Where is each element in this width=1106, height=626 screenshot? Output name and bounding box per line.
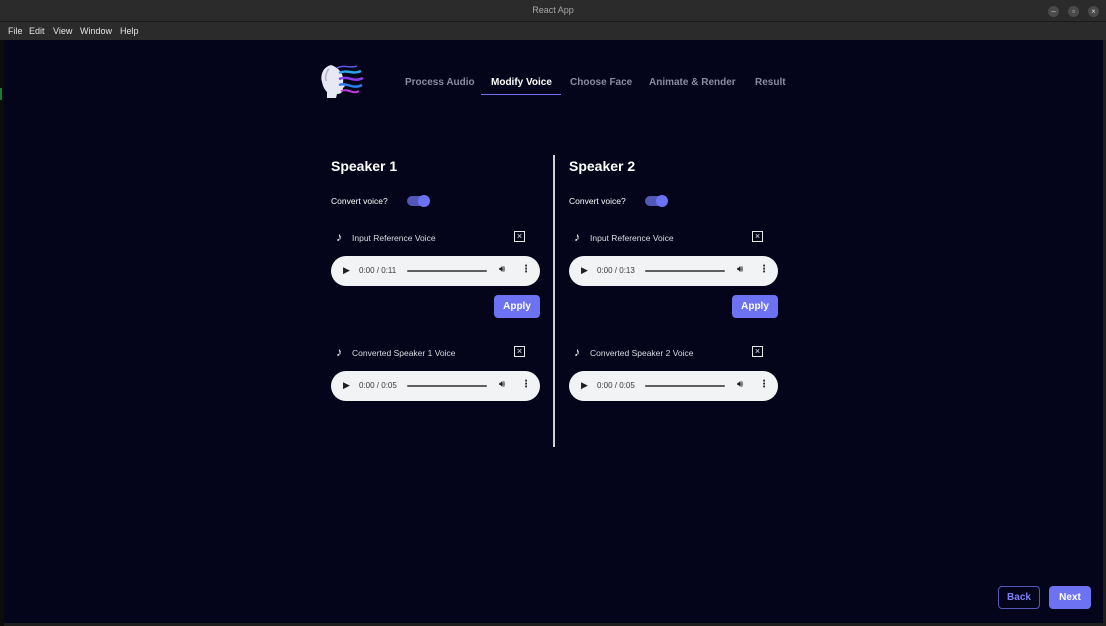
- edge-marker: [0, 88, 2, 100]
- play-icon[interactable]: ▶: [581, 265, 588, 276]
- speaker-1-title: Speaker 1: [331, 158, 398, 174]
- menu-edit[interactable]: Edit: [29, 26, 45, 36]
- player-seek-bar[interactable]: [645, 270, 725, 272]
- speaker-1-convert-toggle[interactable]: [407, 195, 430, 207]
- menu-view[interactable]: View: [53, 26, 72, 36]
- menu-file[interactable]: File: [8, 26, 23, 36]
- close-box-icon[interactable]: ×: [752, 346, 763, 357]
- toggle-knob: [656, 195, 668, 207]
- back-button[interactable]: Back: [998, 586, 1040, 609]
- tab-modify-voice[interactable]: Modify Voice: [491, 77, 552, 88]
- music-note-icon: ♪: [336, 230, 342, 244]
- music-note-icon: ♪: [574, 345, 580, 359]
- speaker-1-converted-player[interactable]: ▶ 0:00 / 0:05 🔊︎ ⋮: [331, 371, 540, 401]
- speaker-2-reference-row: ♪ Input Reference Voice ×: [569, 230, 773, 246]
- speaker-1-reference-player[interactable]: ▶ 0:00 / 0:11 🔊︎ ⋮: [331, 256, 540, 286]
- speaker-1-apply-button[interactable]: Apply: [494, 295, 540, 318]
- speaker-2-apply-button[interactable]: Apply: [732, 295, 778, 318]
- tab-result[interactable]: Result: [755, 77, 786, 88]
- player-seek-bar[interactable]: [645, 385, 725, 387]
- volume-icon[interactable]: 🔊︎: [499, 264, 505, 275]
- close-box-icon[interactable]: ×: [514, 231, 525, 242]
- volume-icon[interactable]: 🔊︎: [737, 264, 743, 275]
- toggle-knob: [418, 195, 430, 207]
- window-titlebar: React App – ▫ ×: [0, 0, 1106, 22]
- next-button[interactable]: Next: [1049, 586, 1091, 609]
- speaker-divider: [553, 155, 555, 447]
- tab-animate-render[interactable]: Animate & Render: [649, 77, 736, 88]
- music-note-icon: ♪: [574, 230, 580, 244]
- speaker-1-reference-label: Input Reference Voice: [352, 233, 436, 243]
- menu-bar: File Edit View Window Help: [0, 22, 1106, 40]
- more-vertical-icon[interactable]: ⋮: [521, 379, 531, 390]
- speaker-2-converted-player[interactable]: ▶ 0:00 / 0:05 🔊︎ ⋮: [569, 371, 778, 401]
- more-vertical-icon[interactable]: ⋮: [759, 264, 769, 275]
- player-time: 0:00 / 0:05: [597, 381, 635, 390]
- tab-process-audio[interactable]: Process Audio: [405, 77, 475, 88]
- app-logo-icon: [321, 65, 364, 98]
- player-time: 0:00 / 0:11: [359, 266, 397, 275]
- close-box-icon[interactable]: ×: [752, 231, 763, 242]
- menu-window[interactable]: Window: [80, 26, 112, 36]
- close-box-icon[interactable]: ×: [514, 346, 525, 357]
- speaker-1-reference-row: ♪ Input Reference Voice ×: [331, 230, 535, 246]
- app-content: Process Audio Modify Voice Choose Face A…: [4, 40, 1103, 623]
- speaker-2-reference-player[interactable]: ▶ 0:00 / 0:13 🔊︎ ⋮: [569, 256, 778, 286]
- play-icon[interactable]: ▶: [343, 380, 350, 391]
- volume-icon[interactable]: 🔊︎: [499, 379, 505, 390]
- more-vertical-icon[interactable]: ⋮: [759, 379, 769, 390]
- speaker-2-convert-toggle[interactable]: [645, 195, 668, 207]
- player-seek-bar[interactable]: [407, 385, 487, 387]
- speaker-1-converted-label: Converted Speaker 1 Voice: [352, 348, 456, 358]
- close-window-button[interactable]: ×: [1088, 6, 1099, 17]
- music-note-icon: ♪: [336, 345, 342, 359]
- play-icon[interactable]: ▶: [581, 380, 588, 391]
- speaker-1-convert-label: Convert voice?: [331, 196, 388, 206]
- active-tab-indicator: [481, 94, 561, 95]
- tab-choose-face[interactable]: Choose Face: [570, 77, 632, 88]
- play-icon[interactable]: ▶: [343, 265, 350, 276]
- player-seek-bar[interactable]: [407, 270, 487, 272]
- more-vertical-icon[interactable]: ⋮: [521, 264, 531, 275]
- speaker-2-title: Speaker 2: [569, 158, 636, 174]
- minimize-button[interactable]: –: [1048, 6, 1059, 17]
- window-title: React App: [532, 5, 574, 15]
- player-time: 0:00 / 0:05: [359, 381, 397, 390]
- player-time: 0:00 / 0:13: [597, 266, 635, 275]
- speaker-2-converted-row: ♪ Converted Speaker 2 Voice ×: [569, 345, 773, 361]
- speaker-1-converted-row: ♪ Converted Speaker 1 Voice ×: [331, 345, 535, 361]
- menu-help[interactable]: Help: [120, 26, 139, 36]
- maximize-button[interactable]: ▫: [1068, 6, 1079, 17]
- speaker-2-converted-label: Converted Speaker 2 Voice: [590, 348, 694, 358]
- speaker-2-reference-label: Input Reference Voice: [590, 233, 674, 243]
- speaker-2-convert-label: Convert voice?: [569, 196, 626, 206]
- volume-icon[interactable]: 🔊︎: [737, 379, 743, 390]
